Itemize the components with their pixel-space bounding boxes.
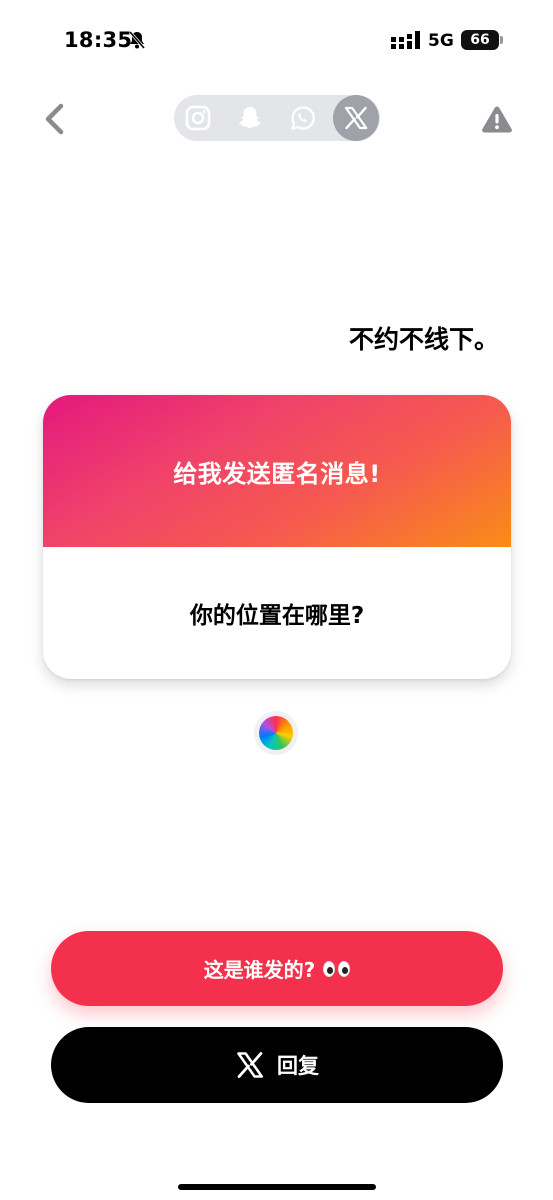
x-icon (237, 1052, 264, 1078)
battery-tip (500, 36, 503, 44)
report-button[interactable] (480, 103, 514, 135)
platform-snapchat-button[interactable] (227, 95, 273, 141)
bell-off-icon (128, 31, 146, 49)
who-sent-label: 这是谁发的? (203, 958, 316, 982)
status-bar: 18:35 5G 66 (0, 0, 553, 80)
reply-button[interactable]: 回复 (51, 1027, 503, 1103)
instagram-icon (185, 105, 211, 131)
platform-selector (174, 95, 380, 141)
color-picker-button[interactable] (254, 711, 298, 755)
question-card: 给我发送匿名消息! 你的位置在哪里? (43, 395, 511, 679)
reply-label: 回复 (277, 1054, 319, 1078)
card-header-text: 给我发送匿名消息! (173, 459, 381, 488)
signal-icon (391, 31, 420, 49)
platform-x-button[interactable] (333, 95, 379, 141)
x-icon (344, 106, 368, 130)
whatsapp-icon (291, 106, 315, 130)
snapchat-icon (239, 107, 261, 129)
card-header: 给我发送匿名消息! (43, 395, 511, 547)
network-label: 5G (428, 31, 454, 51)
eyes-icon (323, 960, 351, 977)
platform-instagram-button[interactable] (175, 95, 221, 141)
battery-indicator: 66 (461, 30, 499, 50)
back-button[interactable] (36, 100, 72, 138)
card-question: 你的位置在哪里? (189, 603, 365, 629)
card-body: 你的位置在哪里? (43, 547, 511, 679)
chevron-left-icon (45, 103, 64, 135)
home-indicator (178, 1184, 376, 1190)
message-text: 不约不线下。 (348, 325, 499, 354)
status-time: 18:35 (64, 28, 133, 52)
warning-icon (482, 106, 512, 133)
platform-whatsapp-button[interactable] (280, 95, 326, 141)
color-wheel-icon (259, 716, 293, 750)
who-sent-button[interactable]: 这是谁发的? (51, 931, 503, 1006)
